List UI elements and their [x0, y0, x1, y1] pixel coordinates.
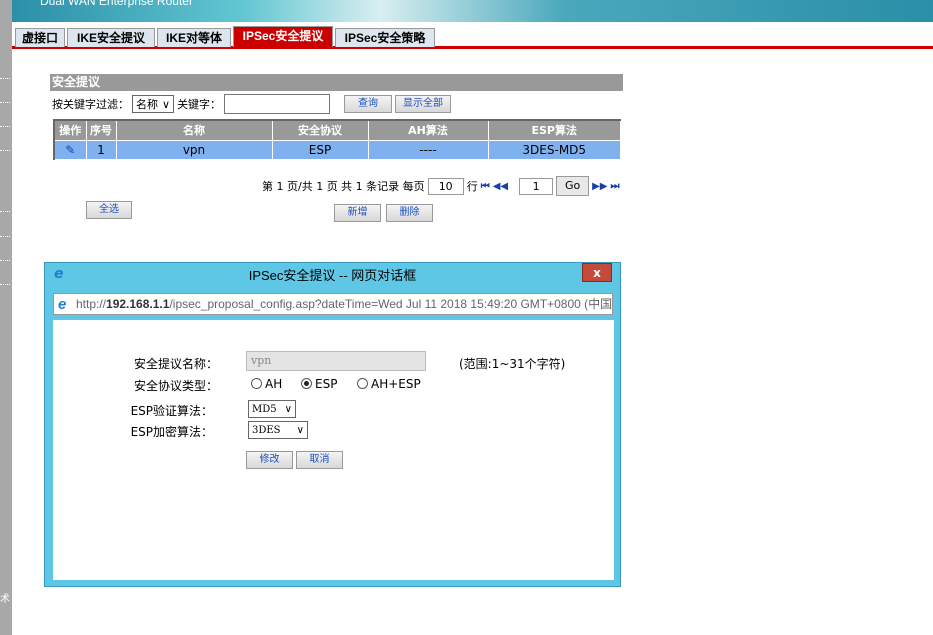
chevron-down-icon: ∨	[162, 97, 171, 111]
sidebar-divider	[0, 102, 10, 103]
col-esp: ESP算法	[487, 119, 621, 141]
add-button[interactable]: 新增	[334, 204, 381, 222]
show-all-button[interactable]: 显示全部	[395, 95, 451, 113]
col-index: 序号	[85, 119, 117, 141]
per-page-input[interactable]: 10	[427, 177, 464, 195]
radio-esp-label: ESP	[315, 377, 338, 391]
radio-ah-label: AH	[265, 377, 283, 391]
filter-label: 按关键字过滤：	[52, 98, 129, 111]
address-bar: e http://192.168.1.1/ipsec_proposal_conf…	[53, 293, 613, 315]
modify-button[interactable]: 修改	[246, 451, 293, 469]
name-input[interactable]: vpn	[246, 351, 426, 371]
sidebar-divider	[0, 150, 10, 151]
go-button[interactable]: Go	[556, 176, 590, 196]
filter-field-value: 名称	[136, 98, 158, 111]
tab-ike-proposal[interactable]: IKE安全提议	[67, 28, 155, 47]
tab-virtual-interface[interactable]: 虚接口	[15, 28, 65, 47]
sidebar-divider	[0, 126, 10, 127]
radio-icon	[251, 378, 262, 389]
col-name: 名称	[115, 119, 273, 141]
enc-value: 3DES	[252, 424, 281, 436]
sidebar-divider	[0, 78, 10, 79]
pager-info: 第 1 页/共 1 页 共 1 条记录 每页	[262, 180, 425, 193]
cell-ah: ----	[367, 139, 489, 160]
sidebar: 术	[0, 0, 12, 635]
enc-select[interactable]: 3DES ∨	[248, 421, 308, 439]
filter-bar: 按关键字过滤： 名称 ∨ 关键字：	[52, 94, 331, 114]
tab-ipsec-policy[interactable]: IPSec安全策略	[335, 28, 435, 47]
tab-bar: 虚接口 IKE安全提议 IKE对等体 IPSec安全提议 IPSec安全策略	[12, 26, 933, 49]
banner-text: Dual WAN Enterprise Router	[40, 0, 193, 8]
auth-label: ESP验证算法：	[130, 404, 213, 418]
dialog-window: e IPSec安全提议 -- 网页对话框 x e http://192.168.…	[44, 262, 621, 587]
url-prefix: http://	[76, 297, 107, 311]
edit-icon[interactable]: ✎	[65, 143, 75, 157]
ie-icon: e	[58, 296, 67, 313]
cell-name: vpn	[115, 139, 273, 160]
dialog-title: IPSec安全提议 -- 网页对话框	[248, 268, 417, 283]
keyword-label: 关键字：	[177, 98, 222, 111]
chevron-down-icon: ∨	[284, 403, 292, 415]
radio-checked-icon	[301, 378, 312, 389]
cancel-button[interactable]: 取消	[296, 451, 343, 469]
auth-select[interactable]: MD5 ∨	[248, 400, 296, 418]
table-row[interactable]: ✎ 1 vpn ESP ---- 3DES-MD5	[53, 139, 621, 160]
section-title: 安全提议	[50, 74, 623, 91]
edit-cell: ✎	[53, 139, 87, 160]
url-path: /ipsec_proposal_config.asp?dateTime=Wed …	[169, 297, 613, 311]
name-label: 安全提议名称：	[133, 357, 218, 371]
cell-protocol: ESP	[271, 139, 369, 160]
sidebar-divider	[0, 260, 10, 261]
header-banner: Dual WAN Enterprise Router	[12, 0, 933, 22]
filter-field-select[interactable]: 名称 ∨	[132, 95, 175, 113]
col-action: 操作	[53, 119, 87, 141]
proposal-table: 操作 序号 名称 安全协议 AH算法 ESP算法 ✎ 1 vpn ESP ---…	[53, 119, 621, 160]
radio-esp[interactable]: ESP	[301, 377, 337, 391]
cell-index: 1	[85, 139, 117, 160]
name-hint: (范围:1~31个字符)	[459, 357, 566, 371]
auth-value: MD5	[252, 403, 277, 415]
first-page-icon[interactable]: ⏮	[481, 181, 490, 192]
radio-ah-esp[interactable]: AH+ESP	[357, 377, 421, 391]
delete-button[interactable]: 删除	[386, 204, 433, 222]
radio-icon	[357, 378, 368, 389]
next-page-icon[interactable]: ▶▶	[592, 181, 607, 192]
radio-ah[interactable]: AH	[251, 377, 282, 391]
tab-ike-peer[interactable]: IKE对等体	[157, 28, 231, 47]
sidebar-divider	[0, 284, 10, 285]
enc-label: ESP加密算法：	[130, 425, 213, 439]
keyword-input[interactable]	[224, 94, 331, 114]
page-input[interactable]: 1	[519, 177, 554, 195]
close-button[interactable]: x	[582, 263, 612, 282]
url-host: 192.168.1.1	[106, 297, 170, 311]
last-page-icon[interactable]: ⏭	[610, 181, 619, 192]
pagination: 第 1 页/共 1 页 共 1 条记录 每页 10 行 ⏮ ◀◀ 1 Go ▶▶…	[262, 176, 619, 196]
chevron-down-icon: ∨	[296, 424, 304, 436]
sidebar-divider	[0, 236, 10, 237]
dialog-body: 安全提议名称： vpn (范围:1~31个字符) 安全协议类型： AH ESP …	[53, 320, 614, 580]
cell-esp: 3DES-MD5	[487, 139, 621, 160]
sidebar-divider	[0, 211, 10, 212]
tab-ipsec-proposal[interactable]: IPSec安全提议	[233, 26, 333, 47]
radio-ah-esp-label: AH+ESP	[371, 377, 421, 391]
select-all-button[interactable]: 全选	[86, 201, 132, 219]
col-protocol: 安全协议	[271, 119, 369, 141]
protocol-label: 安全协议类型：	[133, 379, 218, 393]
table-header: 操作 序号 名称 安全协议 AH算法 ESP算法	[53, 119, 621, 141]
search-button[interactable]: 查询	[344, 95, 392, 113]
pager-rows-label: 行	[466, 180, 478, 193]
col-ah: AH算法	[367, 119, 489, 141]
sidebar-partial-text: 术	[0, 594, 10, 605]
prev-page-icon[interactable]: ◀◀	[493, 181, 508, 192]
